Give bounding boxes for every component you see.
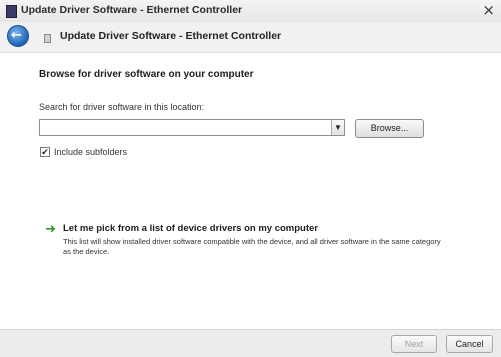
green-arrow-icon: ➜ <box>45 222 56 237</box>
browse-button[interactable]: Browse... <box>355 119 424 138</box>
window-icon <box>6 5 17 18</box>
include-subfolders-label[interactable]: Include subfolders <box>54 147 127 157</box>
close-icon[interactable]: × <box>482 1 495 19</box>
next-button[interactable]: Next <box>391 335 437 353</box>
dropdown-arrow-icon[interactable]: ▼ <box>331 120 344 135</box>
wizard-header: ← Update Driver Software - Ethernet Cont… <box>0 22 501 53</box>
pick-from-list-description: This list will show installed driver sof… <box>63 237 441 256</box>
wizard-content: Browse for driver software on your compu… <box>0 53 501 329</box>
search-location-combobox[interactable]: ▼ <box>39 119 345 136</box>
title-bar: Update Driver Software - Ethernet Contro… <box>0 0 501 23</box>
wizard-title: Update Driver Software - Ethernet Contro… <box>60 30 282 42</box>
cancel-button[interactable]: Cancel <box>446 335 493 353</box>
back-button[interactable]: ← <box>7 25 29 47</box>
wizard-footer: Next Cancel <box>0 329 501 357</box>
page-heading: Browse for driver software on your compu… <box>39 69 254 80</box>
window-title: Update Driver Software - Ethernet Contro… <box>21 4 243 16</box>
search-location-label: Search for driver software in this locat… <box>39 102 205 112</box>
back-arrow-icon: ← <box>11 28 22 43</box>
include-subfolders-checkbox[interactable]: ✔ <box>40 147 50 157</box>
device-icon <box>44 34 51 43</box>
pick-from-list-link[interactable]: Let me pick from a list of device driver… <box>63 223 318 234</box>
